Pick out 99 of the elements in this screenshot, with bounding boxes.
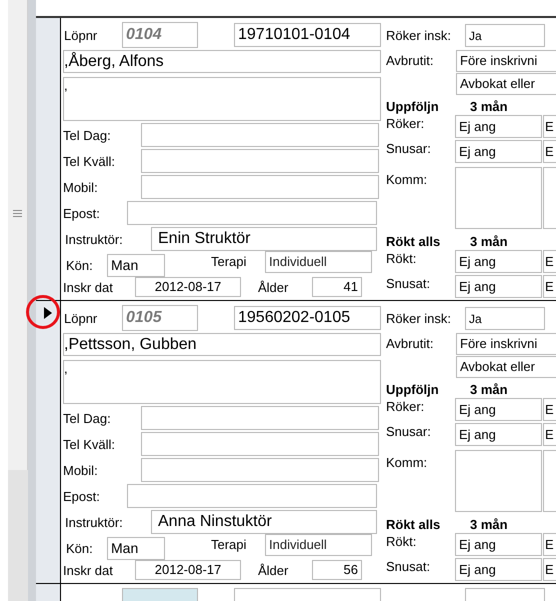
field-label: Ålder <box>258 564 290 576</box>
phone-field[interactable] <box>141 432 379 456</box>
field-label: Instruktör: <box>64 516 124 528</box>
record-selector[interactable] <box>36 301 61 583</box>
id-field[interactable]: 0104 <box>122 22 198 48</box>
status-field[interactable]: Ej ang <box>455 140 542 163</box>
comment-field[interactable] <box>543 450 556 512</box>
field-label: Rökt: <box>386 252 418 265</box>
field-label: Instruktör: <box>64 232 124 246</box>
email-field[interactable] <box>127 484 377 508</box>
section-heading: Rökt alls <box>386 234 442 248</box>
field-label: Löpnr <box>63 312 98 324</box>
field-label: Mobil: <box>63 180 99 194</box>
status-field[interactable]: E <box>543 533 556 556</box>
field-label: Avbrutit: <box>386 337 434 350</box>
grip-icon[interactable] <box>13 210 22 217</box>
phone-field[interactable] <box>141 123 379 147</box>
personal-number-field[interactable]: 19710101-0104 <box>234 23 381 47</box>
period-heading: 3 mån <box>470 234 508 248</box>
field-label: Tel Kväll: <box>63 154 116 168</box>
phone-field[interactable] <box>141 175 379 199</box>
status-field[interactable]: Ej ang <box>455 533 542 556</box>
id-field[interactable]: 0105 <box>122 305 198 331</box>
status-field[interactable]: E <box>543 140 556 163</box>
email-field[interactable] <box>127 201 377 225</box>
field-label: Snusat: <box>386 560 432 573</box>
status-field[interactable]: Ej ang <box>455 398 542 421</box>
smoker-field[interactable]: Ja <box>465 307 545 330</box>
field-label: Röker insk: <box>386 29 452 42</box>
field-label: Snusar: <box>386 425 432 438</box>
field-label: Kön: <box>65 542 94 555</box>
gender-field[interactable]: Man <box>107 537 165 560</box>
record-selector[interactable] <box>36 18 61 300</box>
field-label: Epost: <box>63 206 101 220</box>
status-field[interactable]: Ej ang <box>455 275 542 298</box>
name-field[interactable]: ,Pettsson, Gubben <box>63 333 381 356</box>
status-field[interactable]: E <box>543 423 556 446</box>
record-selector[interactable] <box>36 584 61 601</box>
personal-number-field[interactable]: 19560202-0105 <box>234 306 381 330</box>
therapy-field[interactable]: Individuell <box>265 251 372 273</box>
field-label: Röker: <box>386 400 426 413</box>
reason-field[interactable]: Före inskrivni <box>456 333 556 355</box>
field-label: Inskr dat <box>63 564 114 576</box>
comment-field[interactable] <box>455 167 542 229</box>
field-label: Röker insk: <box>386 312 452 325</box>
reason-field[interactable]: Före inskrivni <box>456 50 556 72</box>
field-label: Löpnr <box>63 28 98 42</box>
age-field[interactable]: 56 <box>312 560 362 580</box>
status-field[interactable]: E <box>543 275 556 298</box>
phone-field[interactable] <box>141 149 379 173</box>
field-label: Rökt: <box>386 535 418 548</box>
status-field[interactable]: E <box>543 115 556 138</box>
field-label: Komm: <box>386 456 428 469</box>
period-heading: 3 mån <box>470 100 508 112</box>
status-field[interactable]: Ej ang <box>455 423 542 446</box>
phone-field[interactable] <box>141 406 379 430</box>
field-label: Snusar: <box>386 142 432 155</box>
status-field[interactable]: E <box>543 250 556 273</box>
period-heading: 3 mån <box>470 382 508 396</box>
phone-field[interactable] <box>141 458 379 482</box>
status-field[interactable]: Ej ang <box>455 558 542 581</box>
reason-field[interactable]: Avbokat eller <box>456 356 556 378</box>
section-heading: Uppföljn <box>386 382 440 396</box>
reason-field[interactable]: Avbokat eller <box>456 73 556 95</box>
field-label: Tel Dag: <box>63 128 112 142</box>
field-label: Terapi <box>211 255 248 268</box>
field-label: Snusat: <box>386 277 432 290</box>
smoker-field[interactable]: Ja <box>465 24 545 47</box>
instructor-field[interactable]: Enin Struktör <box>151 227 377 251</box>
field-label: Avbrutit: <box>386 54 434 67</box>
field-label: Komm: <box>386 173 428 186</box>
status-field[interactable]: E <box>543 558 556 581</box>
field-label: Epost: <box>63 490 101 502</box>
comment-field[interactable] <box>543 167 556 229</box>
field-label: Tel Kväll: <box>63 438 116 450</box>
name-field[interactable]: ,Åberg, Alfons <box>63 50 381 73</box>
field-label: Mobil: <box>63 464 99 476</box>
comment-field[interactable] <box>455 450 542 512</box>
date-field[interactable]: 2012-08-17 <box>135 277 241 297</box>
age-field[interactable]: 41 <box>312 277 362 297</box>
gender-field[interactable]: Man <box>107 254 165 277</box>
field-label: Tel Dag: <box>63 412 112 424</box>
status-field[interactable]: Ej ang <box>455 250 542 273</box>
field-label: Inskr dat <box>63 280 114 294</box>
address-field[interactable]: , <box>63 360 381 404</box>
status-field[interactable]: Ej ang <box>455 115 542 138</box>
field-label: Terapi <box>211 538 248 551</box>
address-field[interactable]: , <box>63 77 381 121</box>
period-heading: 3 mån <box>470 518 508 530</box>
field-label: Ålder <box>258 280 290 294</box>
date-field[interactable]: 2012-08-17 <box>135 560 241 580</box>
section-heading: Rökt alls <box>386 518 442 530</box>
section-heading: Uppföljn <box>386 100 440 112</box>
status-field[interactable]: E <box>543 398 556 421</box>
field-label: Kön: <box>65 259 94 272</box>
field-label: Röker: <box>386 117 426 130</box>
therapy-field[interactable]: Individuell <box>265 534 372 556</box>
scroll-bar[interactable] <box>8 0 28 601</box>
instructor-field[interactable]: Anna Ninstuktör <box>151 510 377 534</box>
